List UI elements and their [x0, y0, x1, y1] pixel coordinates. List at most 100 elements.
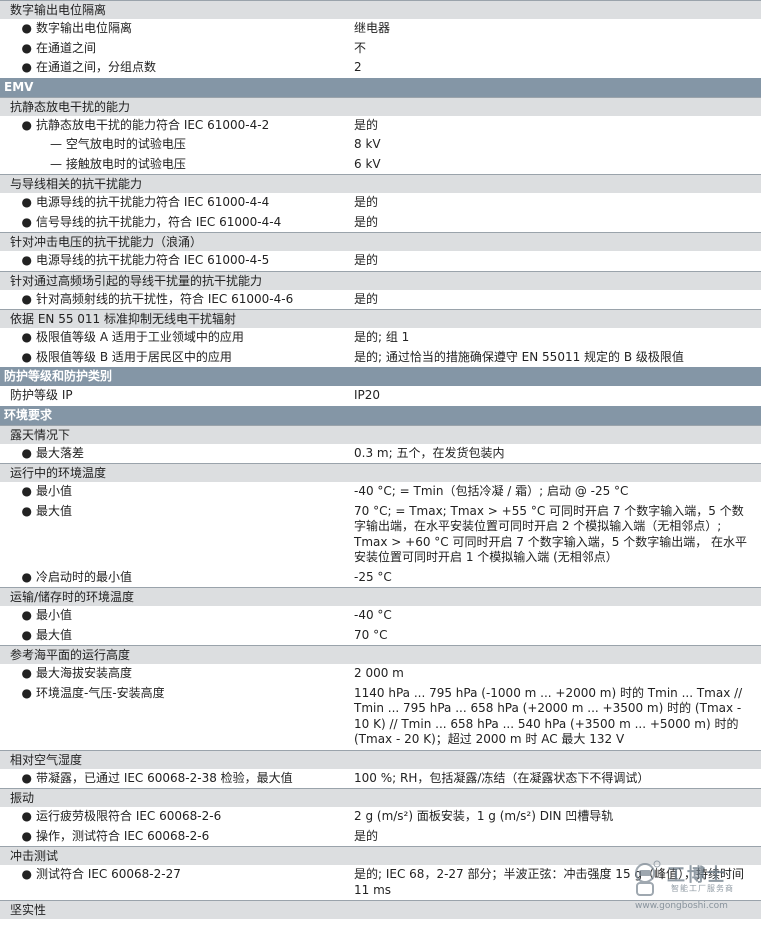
- spec-value: 100 %; RH，包括凝露/冻结（在凝露状态下不得调试）: [354, 770, 650, 785]
- group-header: 针对通过高频场引起的导线干扰量的抗干扰能力: [0, 270, 761, 290]
- spec-row: ● 冷启动时的最小值 -25 °C: [0, 568, 761, 588]
- bullet-icon: ●: [21, 503, 32, 518]
- category-header: 防护等级和防护类别: [0, 367, 761, 386]
- group-header: 针对冲击电压的抗干扰能力（浪涌）: [0, 232, 761, 251]
- spec-value: 继电器: [354, 21, 391, 35]
- spec-label: ● 环境温度-气压-安装高度: [0, 684, 345, 750]
- spec-label: ● 数字输出电位隔离: [0, 19, 345, 39]
- spec-label: — 接触放电时的试验电压: [0, 155, 345, 175]
- bullet-icon: ●: [21, 484, 32, 498]
- spec-label: ● 最大海拔安装高度: [0, 664, 345, 684]
- spec-value: -40 °C; = Tmin（包括冷凝 / 霜）; 启动 @ -25 °C: [354, 484, 629, 498]
- spec-label-text: 电源导线的抗干扰能力符合 IEC 61000-4-4: [36, 195, 270, 209]
- spec-label: ● 在通道之间: [0, 39, 345, 59]
- spec-row: ● 最大海拔安装高度 2 000 m: [0, 664, 761, 684]
- spec-label: ● 极限值等级 A 适用于工业领域中的应用: [0, 328, 345, 348]
- spec-label-text: 极限值等级 B 适用于居民区中的应用: [36, 349, 232, 364]
- spec-label-text: — 空气放电时的试验电压: [50, 137, 186, 151]
- bullet-icon: ●: [21, 214, 32, 229]
- spec-value: 1140 hPa ... 795 hPa (-1000 m ... +2000 …: [354, 685, 743, 747]
- spec-label: ● 冷启动时的最小值: [0, 568, 345, 588]
- watermark-url: www.gongboshi.com: [635, 901, 728, 911]
- spec-label-text: 最小值: [36, 484, 73, 498]
- group-header: 运行中的环境温度: [0, 463, 761, 482]
- spec-value: 是的: [354, 117, 379, 132]
- spec-row: ● 数字输出电位隔离 继电器: [0, 19, 761, 39]
- spec-value: 不: [354, 40, 367, 55]
- spec-row: — 空气放电时的试验电压 8 kV: [0, 135, 761, 155]
- spec-row: ● 最小值 -40 °C: [0, 606, 761, 626]
- bullet-icon: ●: [21, 627, 32, 642]
- spec-label: ● 极限值等级 B 适用于居民区中的应用: [0, 348, 345, 368]
- spec-table: 数字输出电位隔离 ● 数字输出电位隔离 继电器 ● 在通道之间不 ● 在通道之间，分组点数 2 E…: [0, 0, 761, 919]
- spec-label: ● 电源导线的抗干扰能力符合 IEC 61000-4-4: [0, 193, 345, 213]
- category-header: EMV: [0, 77, 761, 97]
- spec-label-text: 在通道之间: [36, 40, 97, 55]
- spec-row: ● 最大值 70 °C; = Tmax; Tmax > +55 °C 可同时开启 7…: [0, 502, 761, 568]
- spec-label-text: 最大海拔安装高度: [36, 666, 133, 680]
- spec-row: ● 针对高频射线的抗干扰性，符合 IEC 61000-4-6 是的: [0, 290, 761, 310]
- spec-value: 70 °C: [354, 627, 388, 642]
- bullet-icon: ●: [21, 828, 32, 843]
- spec-row: ● 操作，测试符合 IEC 60068-2-6 是的: [0, 827, 761, 847]
- spec-row: ● 在通道之间 不: [0, 39, 761, 59]
- group-header: 依据 EN 55 011 标准抑制无线电干扰辐射: [0, 309, 761, 328]
- spec-label-text: — 接触放电时的试验电压: [50, 156, 186, 171]
- spec-row: ● 运行疲劳极限符合 IEC 60068-2-6 2 g (m/s²) 面板安装，1…: [0, 807, 761, 827]
- spec-value: 是的: [354, 828, 379, 843]
- spec-row: ● 最小值 -40 °C; = Tmin（包括冷凝 / 霜）; 启动 @ -25 °…: [0, 482, 761, 502]
- spec-label: ● 最大值: [0, 502, 345, 568]
- bullet-icon: ●: [21, 195, 32, 209]
- spec-label-text: 在通道之间，分组点数: [36, 60, 157, 74]
- spec-label: ● 运行疲劳极限符合 IEC 60068-2-6: [0, 807, 345, 827]
- spec-label: ● 电源导线的抗干扰能力符合 IEC 61000-4-5: [0, 251, 345, 271]
- spec-label-text: 电源导线的抗干扰能力符合 IEC 61000-4-5: [36, 253, 270, 267]
- spec-value: 是的; 组 1: [354, 330, 410, 344]
- spec-label-text: 极限值等级 A 适用于工业领域中的应用: [36, 330, 244, 344]
- robot-logo-icon: [635, 860, 661, 896]
- bullet-icon: ●: [21, 291, 32, 306]
- bullet-icon: ●: [21, 117, 32, 132]
- spec-label-text: 最小值: [36, 608, 73, 622]
- group-header: 相对空气湿度: [0, 749, 761, 769]
- spec-row: ● 在通道之间，分组点数 2: [0, 58, 761, 78]
- spec-value: 70 °C; = Tmax; Tmax > +55 °C 可同时开启 7 个数字…: [354, 503, 748, 565]
- group-header: 运输/储存时的环境温度: [0, 587, 761, 606]
- category-header: 环境要求: [0, 405, 761, 425]
- group-header: 抗静态放电干扰的能力: [0, 96, 761, 116]
- bullet-icon: ●: [21, 330, 32, 344]
- spec-value: 是的: [354, 291, 379, 306]
- spec-value: 2: [354, 60, 362, 74]
- spec-label-text: 防护等级 IP: [10, 388, 73, 402]
- spec-label-text: 信号导线的抗干扰能力，符合 IEC 61000-4-4: [36, 214, 282, 229]
- spec-label-text: 抗静态放电干扰的能力符合 IEC 61000-4-2: [36, 117, 270, 132]
- spec-label: ● 带凝露，已通过 IEC 60068-2-38 检验，最大值: [0, 769, 345, 789]
- group-header: 露天情况下: [0, 424, 761, 444]
- spec-row: ● 最大落差 0.3 m; 五个，在发货包装内: [0, 444, 761, 464]
- spec-label: ● 信号导线的抗干扰能力，符合 IEC 61000-4-4: [0, 213, 345, 233]
- bullet-icon: ●: [21, 666, 32, 680]
- spec-value: 8 kV: [354, 137, 381, 151]
- spec-label: ● 抗静态放电干扰的能力符合 IEC 61000-4-2: [0, 116, 345, 136]
- spec-row: ● 抗静态放电干扰的能力符合 IEC 61000-4-2 是的: [0, 116, 761, 136]
- spec-row: ● 电源导线的抗干扰能力符合 IEC 61000-4-5 是的: [0, 251, 761, 271]
- spec-row: ● 信号导线的抗干扰能力，符合 IEC 61000-4-4 是的: [0, 213, 761, 233]
- group-header: 振动: [0, 788, 761, 807]
- spec-value: 2 000 m: [354, 666, 404, 680]
- spec-value: IP20: [354, 388, 381, 402]
- spec-label: ● 测试符合 IEC 60068-2-27: [0, 865, 345, 900]
- spec-label: ● 最大值: [0, 626, 345, 646]
- watermark: 工博士 智能工厂服务商 www.gongboshi.com: [627, 859, 747, 917]
- spec-value: 2 g (m/s²) 面板安装，1 g (m/s²) DIN 凹槽导轨: [354, 809, 614, 823]
- spec-value: 是的: [354, 214, 379, 229]
- spec-row: ● 最大值 70 °C: [0, 626, 761, 646]
- bullet-icon: ●: [21, 253, 32, 267]
- spec-label: ● 最大落差: [0, 444, 345, 464]
- group-header: 与导线相关的抗干扰能力: [0, 174, 761, 193]
- bullet-icon: ●: [21, 445, 32, 460]
- spec-label: ● 在通道之间，分组点数: [0, 58, 345, 78]
- bullet-icon: ●: [21, 685, 32, 700]
- spec-value: 是的; 通过恰当的措施确保遵守 EN 55011 规定的 B 级极限值: [354, 349, 684, 364]
- spec-label-text: 最大值: [36, 503, 73, 518]
- spec-label-text: 冷启动时的最小值: [36, 569, 133, 584]
